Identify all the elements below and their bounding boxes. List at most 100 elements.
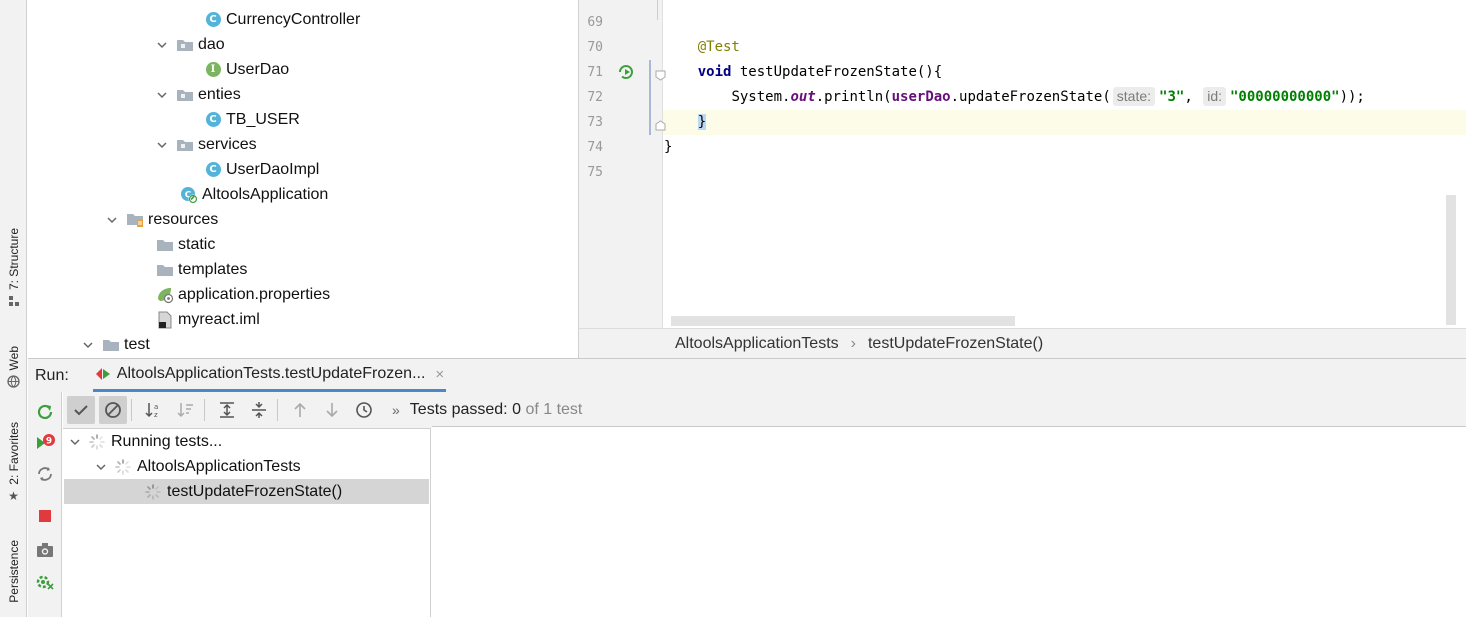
toolbar-separator xyxy=(277,399,278,421)
tree-item-label: UserDaoImpl xyxy=(226,160,320,178)
collapse-all-icon[interactable] xyxy=(245,396,273,424)
rerun-failed-button[interactable]: 9 xyxy=(35,433,55,453)
tree-item-myreact-iml[interactable]: myreact.iml xyxy=(156,307,260,332)
line-number: 71 xyxy=(587,65,603,80)
tree-item-userdao[interactable]: I UserDao xyxy=(204,57,289,82)
editor-vertical-scrollbar[interactable] xyxy=(1446,195,1456,325)
test-history-icon[interactable] xyxy=(350,396,378,424)
line-number: 70 xyxy=(587,40,603,55)
breadcrumb: AltoolsApplicationTests › testUpdateFroz… xyxy=(578,328,1466,358)
chevron-down-icon[interactable] xyxy=(156,139,168,151)
toolbar-separator xyxy=(204,399,205,421)
tree-item-static[interactable]: static xyxy=(156,232,215,257)
favorites-tool-tab[interactable]: 2: Favorites ★ xyxy=(0,422,27,503)
chevron-down-icon[interactable] xyxy=(69,436,81,448)
code-editor[interactable]: 69 70 71 72 73 74 75 @Test void testUpda… xyxy=(578,0,1466,328)
next-failed-test-icon[interactable] xyxy=(318,396,346,424)
run-config-tab[interactable]: AltoolsApplicationTests.testUpdateFrozen… xyxy=(92,360,447,392)
persistence-tool-tab[interactable]: Persistence xyxy=(0,540,27,603)
test-output-console[interactable] xyxy=(432,426,1466,617)
test-node-root[interactable]: Running tests... xyxy=(69,429,429,454)
expand-all-icon[interactable] xyxy=(213,396,241,424)
structure-icon xyxy=(7,294,21,308)
left-tool-strip: 7: Structure Web 2: Favorites ★ Persiste… xyxy=(0,0,27,617)
structure-tool-tab[interactable]: 7: Structure xyxy=(0,228,27,308)
breadcrumb-class[interactable]: AltoolsApplicationTests xyxy=(675,335,839,353)
previous-failed-test-icon[interactable] xyxy=(286,396,314,424)
sort-alphabetically-icon[interactable]: az xyxy=(140,396,168,424)
globe-icon xyxy=(7,374,21,388)
rerun-button[interactable] xyxy=(35,402,55,422)
tree-item-label: application.properties xyxy=(178,285,331,303)
close-icon[interactable]: × xyxy=(435,366,444,383)
star-icon: ★ xyxy=(8,488,19,503)
camera-icon[interactable] xyxy=(35,540,55,560)
show-passed-button[interactable] xyxy=(67,396,95,424)
chevron-down-icon[interactable] xyxy=(156,89,168,101)
tree-item-application-properties[interactable]: application.properties xyxy=(156,282,330,307)
tree-item-userdaoimpl[interactable]: C UserDaoImpl xyxy=(204,157,319,182)
breadcrumb-separator: › xyxy=(850,334,856,352)
tree-item-resources[interactable]: resources xyxy=(106,207,218,232)
current-line-highlight xyxy=(579,110,1466,135)
test-settings-icon[interactable] xyxy=(35,572,55,592)
parameter-hint-id: id: xyxy=(1203,87,1226,106)
chevron-down-icon[interactable] xyxy=(156,39,168,51)
chevron-down-icon[interactable] xyxy=(106,214,118,226)
run-panel-header: Run: AltoolsApplicationTests.testUpdateF… xyxy=(28,358,1466,392)
code-line-72: System.out.println(userDao.updateFrozenS… xyxy=(731,87,1365,106)
class-icon: C xyxy=(204,161,222,179)
folder-icon xyxy=(156,236,174,254)
code-line-73: } xyxy=(664,110,707,135)
tree-item-label: enties xyxy=(198,85,241,103)
tree-item-altoolsapplication[interactable]: C AltoolsApplication xyxy=(180,182,328,207)
tree-item-templates[interactable]: templates xyxy=(156,257,247,282)
web-tool-tab[interactable]: Web xyxy=(0,346,27,388)
tree-item-label: CurrencyController xyxy=(226,10,361,28)
tree-item-enties[interactable]: enties xyxy=(156,82,241,107)
tree-item-tb-user[interactable]: C TB_USER xyxy=(204,107,300,132)
web-tab-label: Web xyxy=(6,346,21,371)
tree-item-services[interactable]: services xyxy=(156,132,257,157)
code-line-70: @Test xyxy=(697,39,740,55)
tree-item-label: test xyxy=(124,335,150,353)
line-number: 73 xyxy=(587,115,603,130)
test-node-method[interactable]: testUpdateFrozenState() xyxy=(64,479,429,504)
folder-icon xyxy=(102,336,120,354)
svg-text:a: a xyxy=(154,403,158,411)
run-config-icon xyxy=(95,366,111,382)
chevron-down-icon[interactable] xyxy=(82,339,94,351)
class-icon: C xyxy=(204,11,222,29)
code-line-74: } xyxy=(664,139,673,155)
chevron-down-icon[interactable] xyxy=(95,461,107,473)
more-actions-icon[interactable]: » xyxy=(392,402,400,418)
tree-item-currencycontroller[interactable]: C CurrencyController xyxy=(204,7,360,32)
stop-button[interactable] xyxy=(35,506,55,526)
project-tree: C CurrencyController dao I UserDao entie… xyxy=(28,0,577,358)
run-test-gutter-icon[interactable] xyxy=(617,63,635,85)
tree-item-dao[interactable]: dao xyxy=(156,32,225,57)
run-label: Run: xyxy=(35,366,69,384)
line-number: 72 xyxy=(587,90,603,105)
folder-icon xyxy=(176,86,194,104)
tree-item-test[interactable]: test xyxy=(82,332,150,357)
favorites-tab-label: 2: Favorites xyxy=(6,422,21,485)
interface-icon: I xyxy=(204,61,222,79)
tree-item-label: UserDao xyxy=(226,60,290,78)
tree-item-label: AltoolsApplication xyxy=(202,185,329,203)
toggle-auto-test-button[interactable] xyxy=(35,464,55,484)
line-number: 74 xyxy=(587,140,603,155)
show-ignored-button[interactable] xyxy=(99,396,127,424)
breadcrumb-method[interactable]: testUpdateFrozenState() xyxy=(868,335,1043,353)
sort-by-duration-icon[interactable] xyxy=(172,396,200,424)
tests-total: of 1 test xyxy=(525,401,583,418)
spinner-icon xyxy=(115,458,131,475)
test-results-tree: Running tests... AltoolsApplicationTests… xyxy=(63,428,431,617)
editor-horizontal-scrollbar[interactable] xyxy=(671,316,1015,326)
spring-properties-icon xyxy=(156,286,174,304)
tree-item-label: static xyxy=(178,235,216,253)
test-node-class[interactable]: AltoolsApplicationTests xyxy=(95,454,429,479)
test-node-label: Running tests... xyxy=(111,432,223,450)
spinner-icon xyxy=(89,433,105,450)
test-node-label: testUpdateFrozenState() xyxy=(167,482,343,500)
